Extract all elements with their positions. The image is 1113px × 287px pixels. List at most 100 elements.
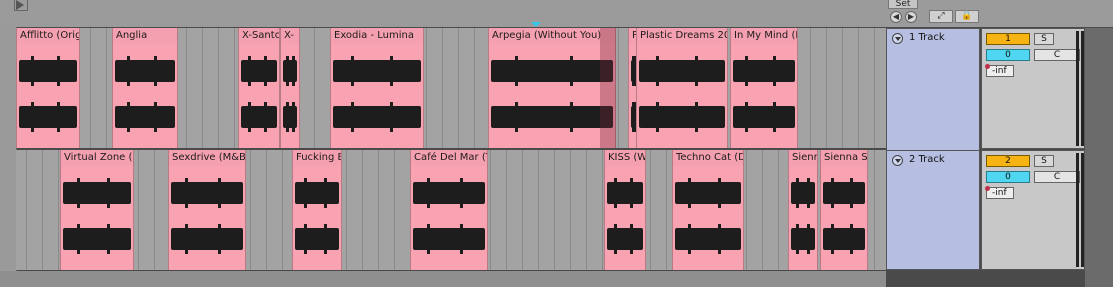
beat-gridline (426, 28, 427, 148)
mixer-strip-2: 2 S 0 C -inf (981, 150, 1085, 270)
audio-clip[interactable]: Afflitto (Origi (16, 28, 80, 148)
beat-gridline (650, 150, 651, 270)
audio-clip[interactable]: Anglia (112, 28, 178, 148)
audio-clip[interactable]: Sienna Sk (820, 150, 868, 270)
fold-toggle-icon[interactable] (892, 33, 903, 44)
level-meter (1076, 153, 1079, 267)
clip-title: Fucking B (293, 150, 341, 166)
beat-gridline (90, 28, 91, 148)
beat-gridline (138, 150, 139, 270)
solo-button[interactable]: S (1034, 33, 1054, 45)
beat-gridline (346, 150, 347, 270)
beat-gridline (378, 150, 379, 270)
audio-clip[interactable]: X-Santo (238, 28, 280, 148)
beat-gridline (58, 150, 59, 270)
beat-gridline (154, 150, 155, 270)
expand-icon[interactable]: ⤢ (929, 10, 953, 23)
audio-clip[interactable]: Fucking B (292, 150, 342, 270)
locator-marker-icon[interactable] (531, 22, 541, 27)
level-meter (1081, 31, 1084, 146)
waveform (115, 102, 175, 132)
audio-clip[interactable]: X- (280, 28, 300, 148)
clip-title: KISS (W (605, 150, 645, 166)
audio-clip[interactable]: Virtual Zone (C (60, 150, 134, 270)
clip-title: Afflitto (Origi (17, 28, 79, 44)
waveform (115, 56, 175, 86)
prev-locator-button[interactable]: ◀ (890, 11, 902, 23)
waveform (491, 56, 613, 86)
level-meter (1081, 153, 1084, 267)
peak-level-readout: -inf (985, 64, 1014, 77)
beat-gridline (858, 28, 859, 148)
track-activator-button[interactable]: 1 (986, 33, 1030, 45)
audio-clip[interactable]: Techno Cat (D (672, 150, 744, 270)
beat-gridline (442, 28, 443, 148)
lock-icon[interactable]: 🔒 (955, 10, 979, 23)
volume-field[interactable]: 0 (986, 49, 1030, 61)
peak-indicator-icon (985, 64, 990, 69)
audio-clip[interactable]: Arpegia (Without You) (488, 28, 616, 148)
beat-gridline (778, 150, 779, 270)
audio-clip[interactable]: In My Mind (E (730, 28, 798, 148)
clip-title: Sexdrive (M&B' (169, 150, 245, 166)
audio-clip[interactable]: Exodia - Lumina (330, 28, 424, 148)
waveform (241, 56, 277, 86)
beat-gridline (554, 150, 555, 270)
beat-gridline (746, 150, 747, 270)
beat-gridline (266, 150, 267, 270)
waveform (413, 178, 485, 208)
waveform (241, 102, 277, 132)
beat-gridline (538, 150, 539, 270)
beat-gridline (522, 150, 523, 270)
audio-clip[interactable]: Café Del Mar (T (410, 150, 488, 270)
waveform (19, 102, 77, 132)
set-locator-button[interactable]: Set (888, 0, 918, 9)
track-header-2[interactable]: 2 Track (886, 150, 980, 270)
track-lane-1[interactable]: Afflitto (Origi Anglia X-Santo X- Exodia… (16, 28, 886, 148)
beat-gridline (490, 150, 491, 270)
beat-gridline (506, 150, 507, 270)
clip-title: Sienna Sk (821, 150, 867, 166)
clip-title: Exodia - Lumina (331, 28, 423, 44)
clip-title: Anglia (113, 28, 177, 44)
pan-field[interactable]: C (1034, 49, 1080, 61)
track-name[interactable]: 2 Track (909, 154, 945, 165)
scrub-area[interactable]: Set ◀ ▶ ⤢ 🔒 (0, 0, 1113, 27)
waveform (791, 224, 815, 254)
beat-gridline (202, 28, 203, 148)
waveform (283, 56, 297, 86)
waveform (675, 224, 741, 254)
audio-clip[interactable]: Plastic Dreams 20 (636, 28, 728, 148)
waveform (607, 224, 643, 254)
peak-level-readout: -inf (985, 186, 1014, 199)
track-activator-button[interactable]: 2 (986, 155, 1030, 167)
beat-gridline (234, 28, 235, 148)
solo-button[interactable]: S (1034, 155, 1054, 167)
beat-gridline (810, 28, 811, 148)
clip-title: Café Del Mar (T (411, 150, 487, 166)
track-name[interactable]: 1 Track (909, 32, 945, 43)
fold-toggle-icon[interactable] (892, 155, 903, 166)
beat-gridline (106, 28, 107, 148)
waveform (823, 224, 865, 254)
play-start-marker-icon[interactable] (16, 0, 24, 10)
waveform (733, 102, 795, 132)
next-locator-button[interactable]: ▶ (905, 11, 917, 23)
waveform (791, 178, 815, 208)
clip-title: Arpegia (Without You) (489, 28, 615, 44)
waveform (171, 224, 243, 254)
clip-title: X- (281, 28, 299, 44)
volume-field[interactable]: 0 (986, 171, 1030, 183)
audio-clip[interactable]: KISS (W (604, 150, 646, 270)
track-lane-2[interactable]: Virtual Zone (C Sexdrive (M&B' Fucking B… (16, 150, 886, 270)
waveform (823, 178, 865, 208)
waveform (413, 224, 485, 254)
audio-clip[interactable]: Sexdrive (M&B' (168, 150, 246, 270)
pan-field[interactable]: C (1034, 171, 1080, 183)
clip-title: Techno Cat (D (673, 150, 743, 166)
audio-clip[interactable]: Sienn (788, 150, 818, 270)
peak-value: -inf (992, 66, 1007, 76)
mixer-strip-1: 1 S 0 C -inf (981, 28, 1085, 149)
beat-gridline (586, 150, 587, 270)
beat-gridline (602, 150, 603, 270)
